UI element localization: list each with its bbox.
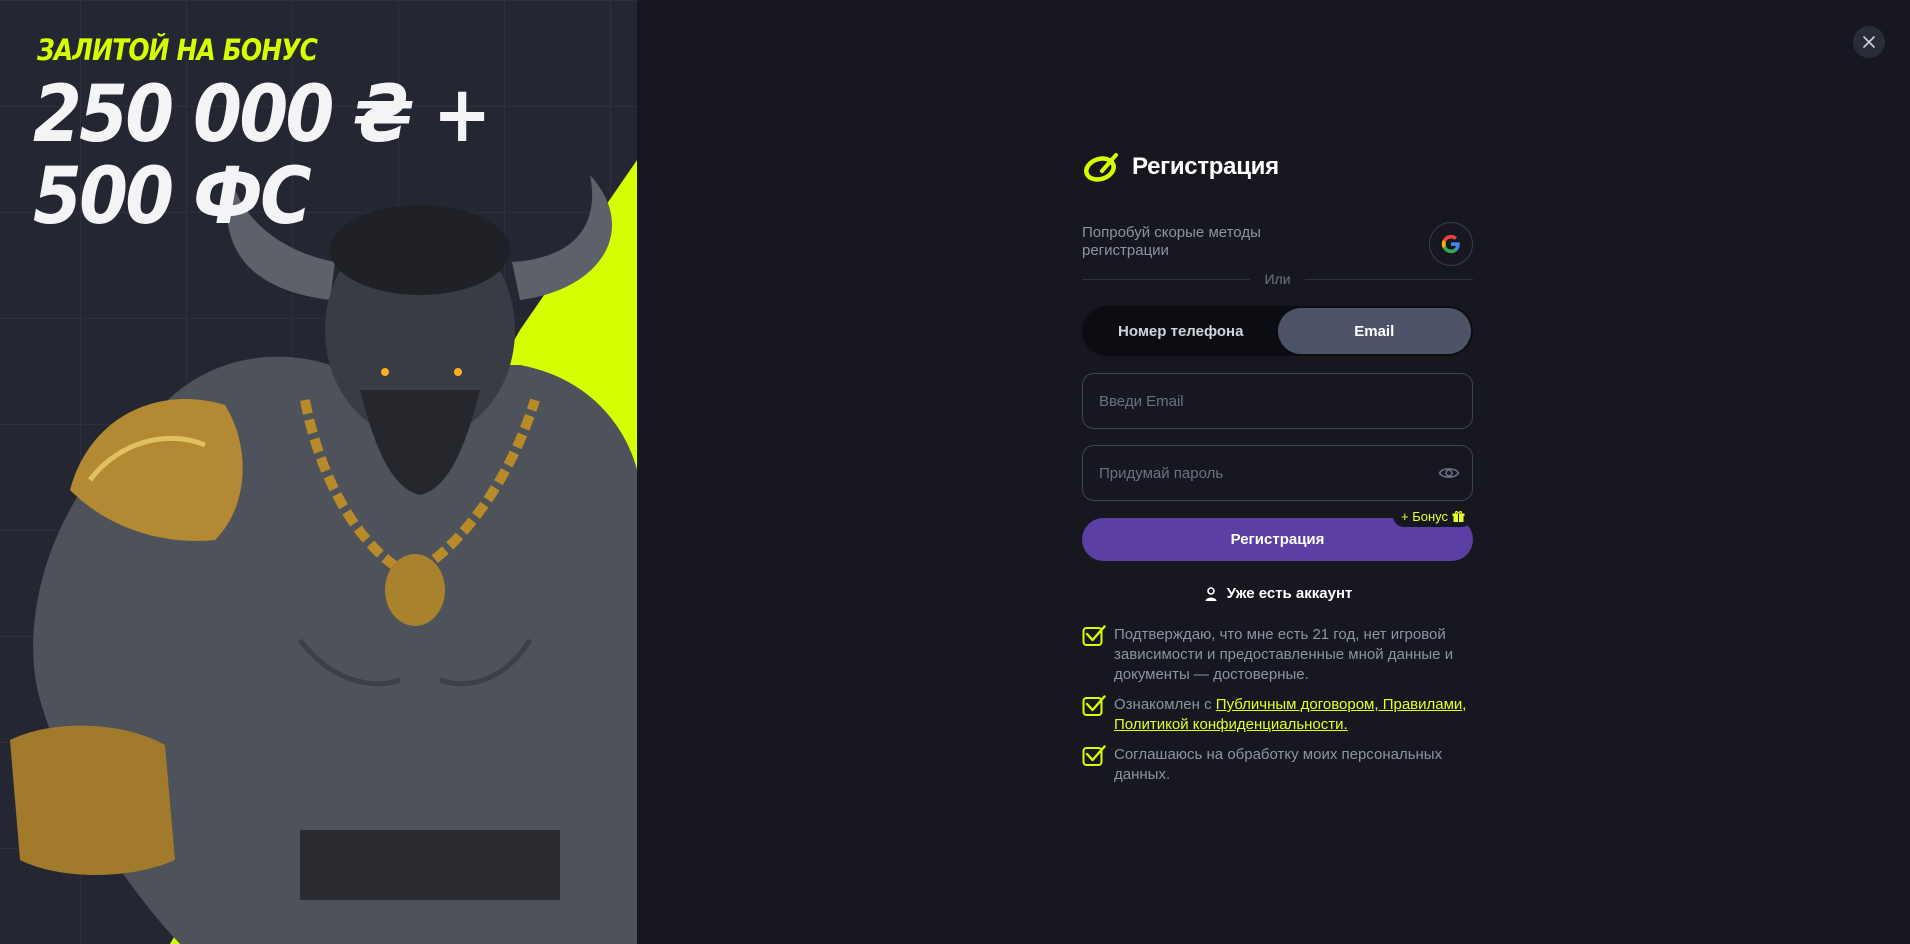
eye-icon[interactable] (1438, 463, 1460, 483)
promo-banner: ЗАЛИТОЙ НА БОНУС 250 000 ₴ + 500 ФС (0, 0, 637, 944)
minotaur-figure (10, 175, 637, 944)
social-login-row: Попробуй скорые методы регистрации (1082, 222, 1473, 268)
bonus-badge: + Бонус (1393, 505, 1473, 527)
consent-terms-text: Ознакомлен с Публичным договором, Правил… (1114, 695, 1473, 735)
bonus-badge-label: + Бонус (1401, 508, 1448, 524)
google-icon (1441, 234, 1460, 254)
tab-email[interactable]: Email (1277, 308, 1471, 354)
checkbox-checked-icon[interactable] (1082, 745, 1106, 767)
registration-page: ЗАЛИТОЙ НА БОНУС 250 000 ₴ + 500 ФС Реги… (0, 0, 1910, 944)
promo-kicker: ЗАЛИТОЙ НА БОНУС (37, 33, 318, 67)
promo-amount: 250 000 ₴ + 500 ФС (33, 70, 492, 242)
page-title: Регистрация (1132, 153, 1279, 180)
logo-icon (1084, 153, 1118, 182)
or-divider-text: Или (1264, 271, 1291, 287)
registration-method-tabs: Номер телефона Email (1082, 306, 1473, 356)
password-field[interactable] (1083, 446, 1472, 500)
or-divider: Или (1082, 270, 1473, 288)
submit-wrapper: Регистрация + Бонус (1082, 505, 1473, 561)
close-icon (1863, 36, 1875, 48)
form-header: Регистрация (1084, 150, 1473, 184)
checkbox-checked-icon[interactable] (1082, 695, 1106, 717)
consent-age: Подтверждаю, что мне есть 21 год, нет иг… (1082, 625, 1473, 685)
user-icon (1205, 586, 1217, 601)
checkbox-checked-icon[interactable] (1082, 625, 1106, 647)
consent-terms-prefix: Ознакомлен с (1114, 696, 1216, 713)
consent-personal-data-text: Соглашаюсь на обработку моих персональны… (1114, 746, 1443, 783)
login-link-label: Уже есть аккаунт (1226, 585, 1353, 602)
registration-form: Регистрация Попробуй скорые методы регис… (1082, 150, 1473, 795)
google-login-button[interactable] (1429, 222, 1473, 266)
consent-age-text: Подтверждаю, что мне есть 21 год, нет иг… (1114, 626, 1454, 683)
password-field-wrapper (1082, 445, 1473, 501)
promo-amount-line2: 500 ФС (33, 152, 312, 242)
email-field[interactable] (1083, 374, 1472, 428)
tab-phone[interactable]: Номер телефона (1084, 308, 1278, 354)
email-field-wrapper (1082, 373, 1473, 429)
consent-list: Подтверждаю, что мне есть 21 год, нет иг… (1082, 625, 1473, 785)
social-login-text: Попробуй скорые методы регистрации (1082, 224, 1261, 259)
consent-terms: Ознакомлен с Публичным договором, Правил… (1082, 695, 1473, 735)
promo-amount-line1: 250 000 ₴ + (33, 70, 492, 160)
consent-personal-data: Соглашаюсь на обработку моих персональны… (1082, 745, 1473, 785)
close-button[interactable] (1853, 26, 1885, 58)
login-link[interactable]: Уже есть аккаунт (1082, 585, 1473, 602)
gift-icon (1452, 510, 1465, 522)
